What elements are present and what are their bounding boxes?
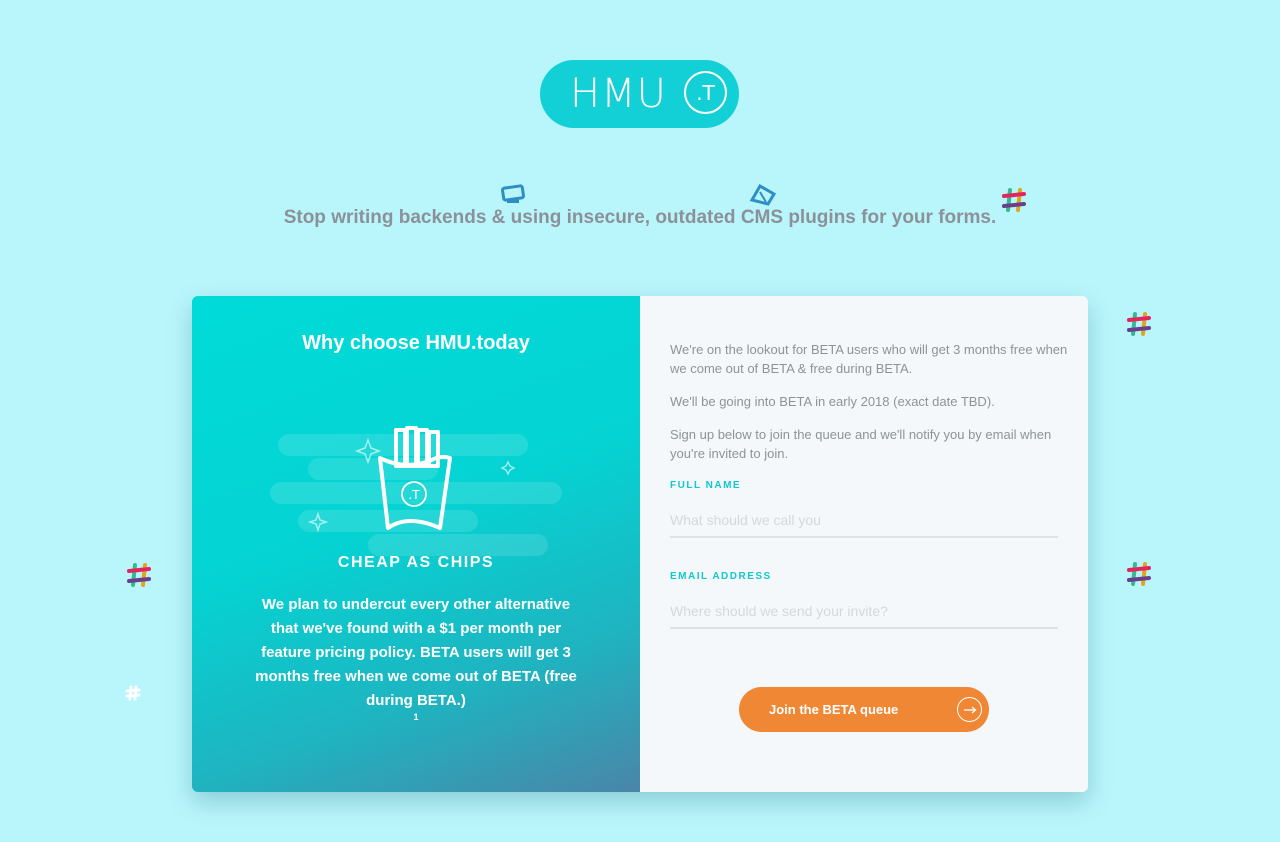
join-beta-label: Join the BETA queue bbox=[769, 702, 899, 717]
logo[interactable]: HMU .T bbox=[540, 60, 739, 128]
intro-text: We're on the lookout for BETA users who … bbox=[670, 340, 1070, 477]
form-icon bbox=[501, 184, 525, 203]
feature-title: CHEAP AS CHIPS bbox=[337, 554, 495, 571]
tagline: Stop writing backends & using insecure, … bbox=[283, 207, 997, 228]
full-name-input[interactable] bbox=[670, 504, 1058, 538]
signup-panel: We're on the lookout for BETA users who … bbox=[640, 296, 1088, 792]
fries-icon: .T bbox=[270, 426, 562, 556]
features-title: Why choose HMU.today bbox=[302, 332, 530, 354]
signup-card: Why choose HMU.today .T CHEAP AS CHIPS W… bbox=[192, 296, 1088, 792]
arrow-right-icon bbox=[957, 697, 982, 722]
intro-paragraph: We're on the lookout for BETA users who … bbox=[670, 342, 1068, 376]
sparkle-icon bbox=[125, 685, 141, 701]
email-input[interactable] bbox=[670, 595, 1058, 629]
logo-badge: .T bbox=[684, 71, 727, 114]
feature-description: We plan to undercut every other alternat… bbox=[255, 596, 577, 709]
logo-text: HMU bbox=[570, 71, 667, 117]
fries-badge: .T bbox=[408, 488, 420, 502]
tag-icon bbox=[749, 183, 777, 206]
intro-paragraph: Sign up below to join the queue and we'l… bbox=[670, 427, 1052, 461]
full-name-label: FULL NAME bbox=[670, 480, 742, 491]
email-label: EMAIL ADDRESS bbox=[670, 571, 772, 582]
slack-logo-icon bbox=[1127, 312, 1151, 336]
carousel-indicator[interactable]: 1 bbox=[192, 712, 640, 722]
join-beta-button[interactable]: Join the BETA queue bbox=[739, 687, 989, 732]
slack-logo-icon bbox=[1127, 562, 1151, 586]
intro-paragraph: We'll be going into BETA in early 2018 (… bbox=[670, 394, 995, 409]
features-panel: Why choose HMU.today .T CHEAP AS CHIPS W… bbox=[192, 296, 640, 792]
slack-logo-icon bbox=[127, 563, 151, 587]
